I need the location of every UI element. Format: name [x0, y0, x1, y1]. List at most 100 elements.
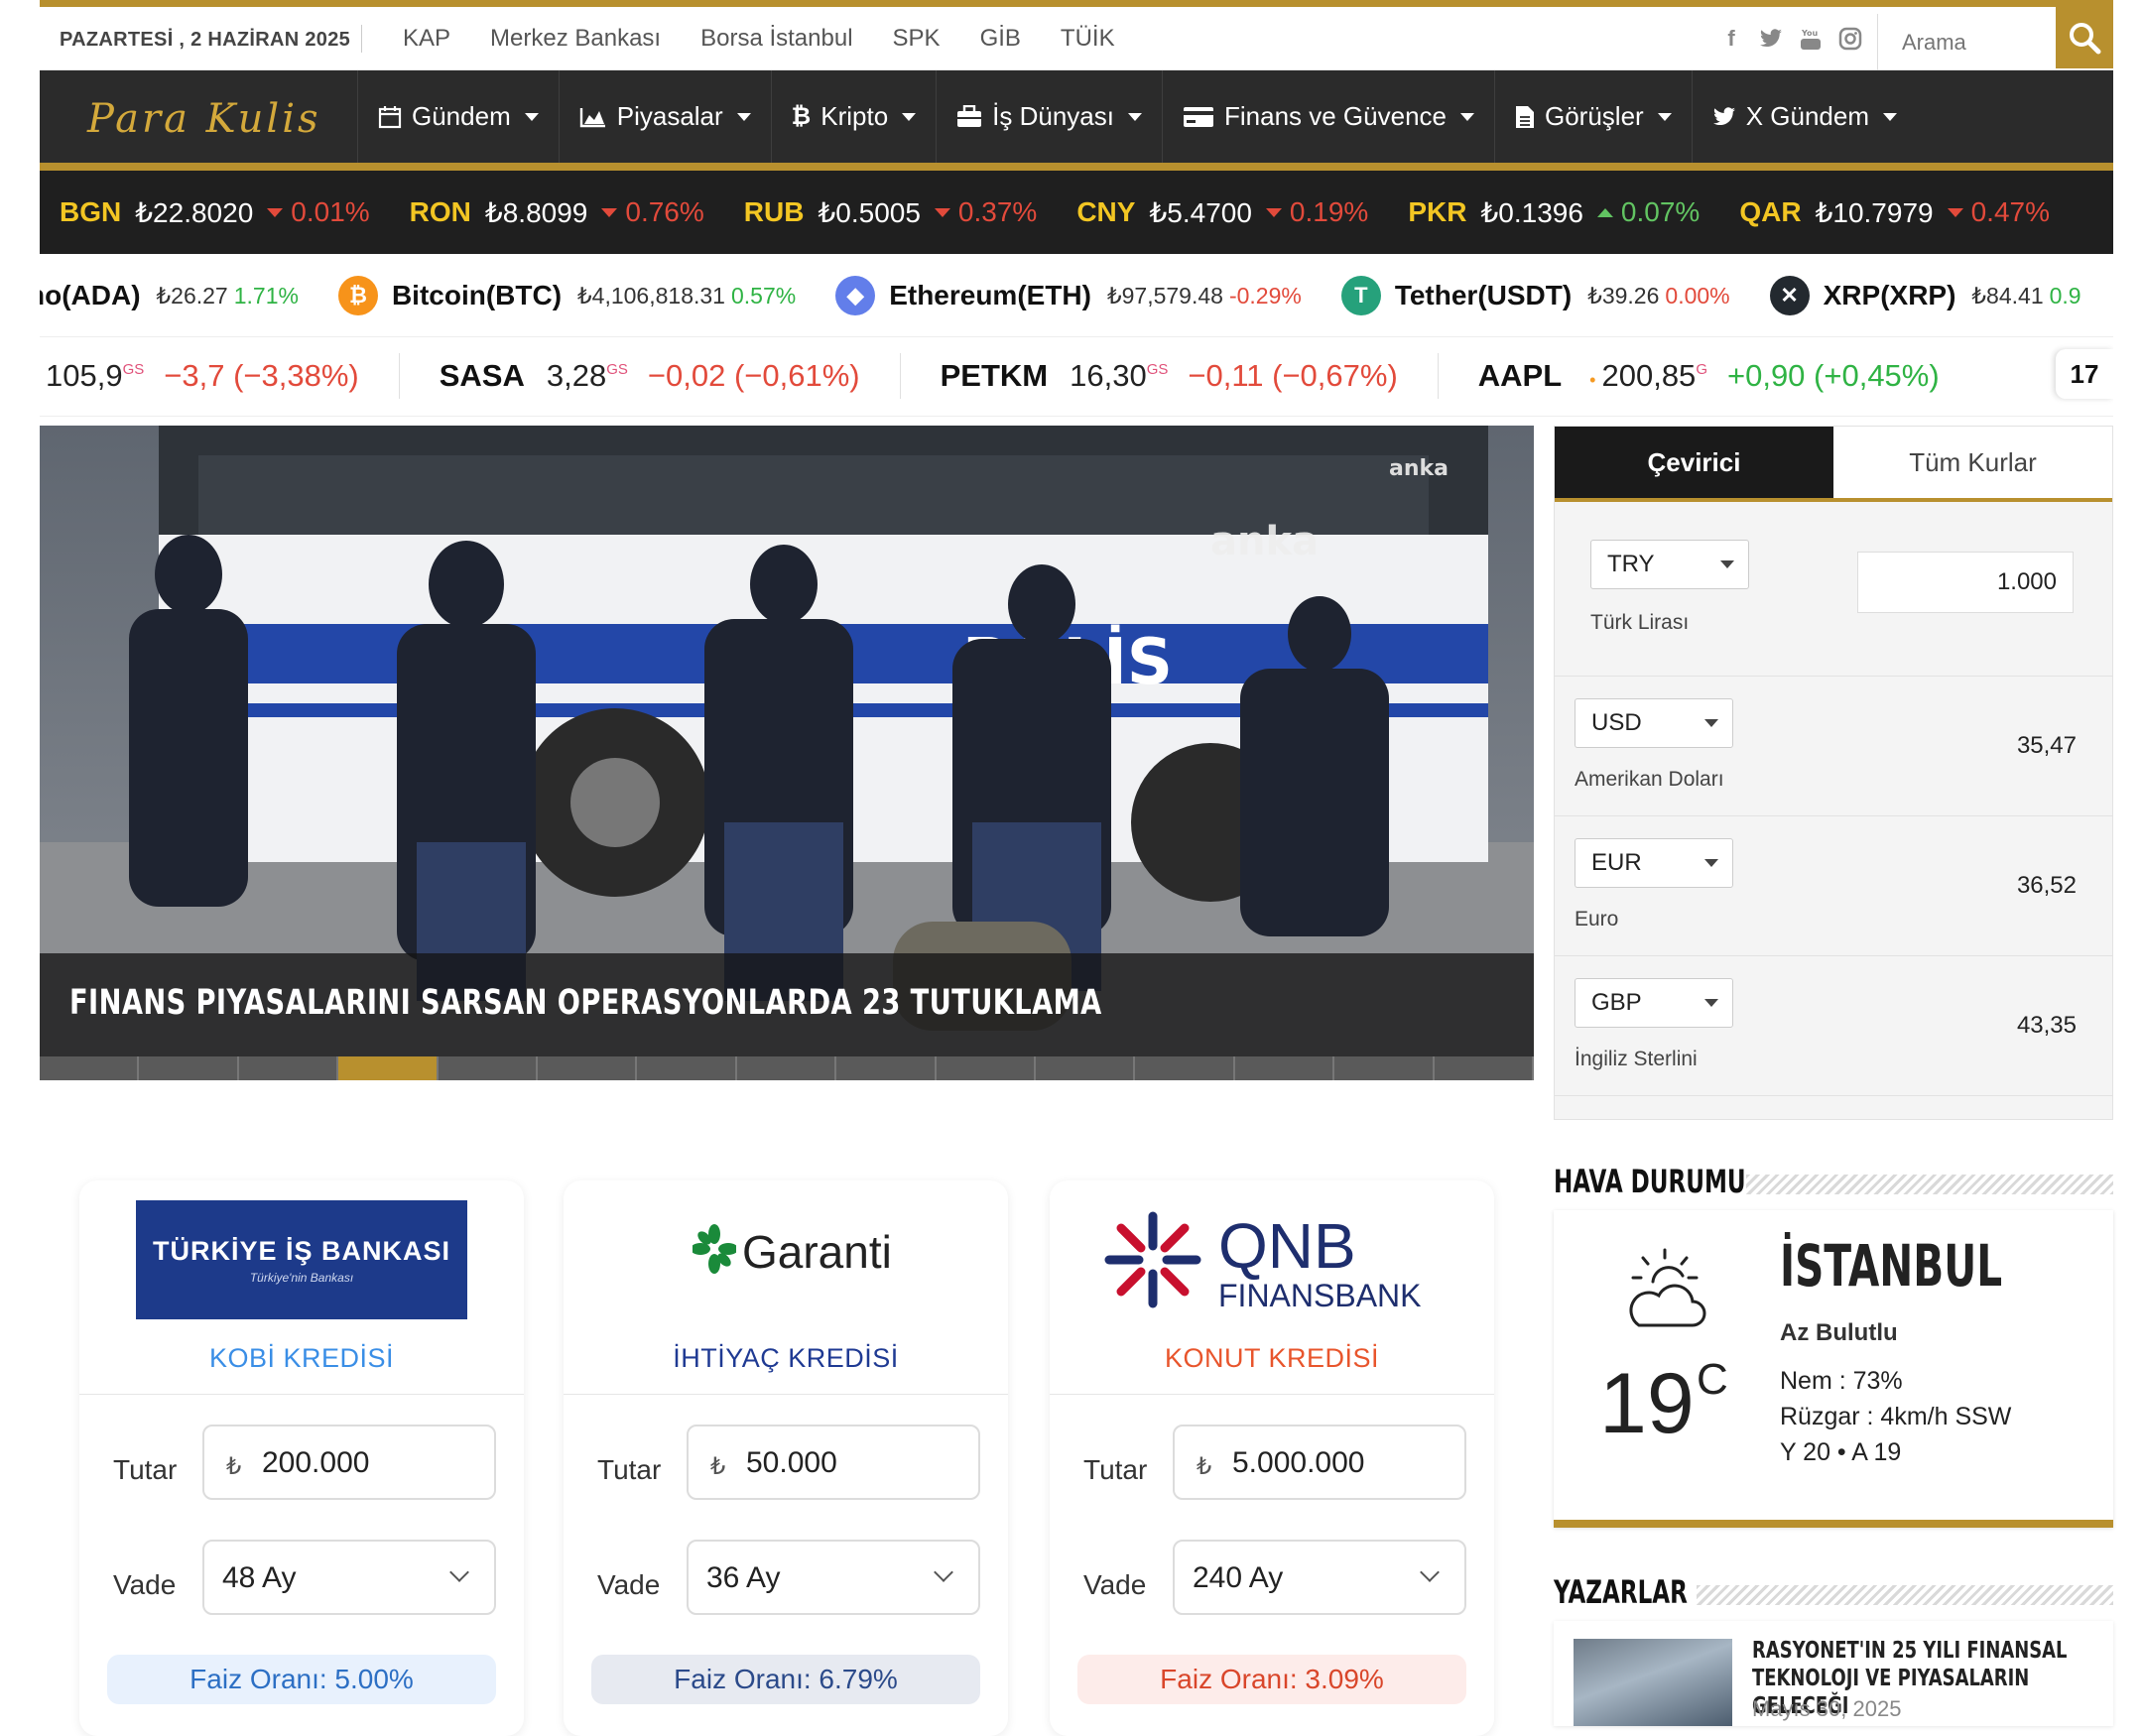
slider-dot[interactable] [438, 1056, 539, 1080]
stock-item[interactable]: AAPL • 200,85 G +0,90 (+0,45%) [1478, 353, 1979, 399]
slider-dot[interactable] [238, 1056, 339, 1080]
nav-item-is-dunyasi[interactable]: İş Dünyası [936, 70, 1162, 163]
arrow-up-icon [1596, 207, 1613, 217]
fx-item[interactable]: CNY ₺5.4700 0.19% [1076, 196, 1368, 229]
term-select[interactable]: 48 Ay [202, 1540, 496, 1615]
nav-label: X Gündem [1745, 101, 1869, 131]
site-logo[interactable]: Para Kulis [87, 96, 321, 142]
author-article[interactable]: RASYONET'IN 25 YILI FINANSAL TEKNOLOJI V… [1554, 1621, 2113, 1726]
bank-logo[interactable]: TÜRKİYE İŞ BANKASI Türkiye'nin Bankası [136, 1200, 467, 1319]
term-value: 36 Ay [706, 1561, 781, 1594]
currency-select[interactable]: EUR [1575, 838, 1733, 888]
crypto-item[interactable]: ◆ Ethereum(ETH) ₺97,579.48 -0.29% [835, 276, 1302, 315]
chevron-down-icon [1704, 999, 1718, 1007]
top-link-kap[interactable]: KAP [403, 25, 450, 53]
slider-dot[interactable] [836, 1056, 937, 1080]
chevron-down-icon [1720, 560, 1734, 568]
stock-change: −3,7 (−3,38%) [164, 358, 359, 393]
slider-dot[interactable] [538, 1056, 638, 1080]
slider-dot[interactable] [1135, 1056, 1235, 1080]
fx-item[interactable]: QAR ₺10.7979 0.47% [1739, 196, 2050, 229]
nav-label: İş Dünyası [992, 101, 1114, 131]
tab-cevirici[interactable]: Çevirici [1555, 427, 1833, 498]
hero-slider[interactable]: POLİS anka anka FINANS PIYASALARINI SARS… [40, 426, 1534, 1080]
top-link-borsa-istanbul[interactable]: Borsa İstanbul [700, 25, 852, 53]
term-select[interactable]: 240 Ay [1173, 1540, 1466, 1615]
slider-dot[interactable] [637, 1056, 737, 1080]
article-thumbnail[interactable] [1574, 1639, 1732, 1726]
fx-item[interactable]: RUB ₺0.5005 0.37% [744, 196, 1038, 229]
slider-dot[interactable] [736, 1056, 837, 1080]
term-select[interactable]: 36 Ay [687, 1540, 980, 1615]
crypto-name: no(ADA) [40, 280, 141, 310]
top-link-spk[interactable]: SPK [893, 25, 941, 53]
amount-input[interactable]: ₺ 5.000.000 [1173, 1425, 1466, 1500]
slider-dot[interactable] [1036, 1056, 1136, 1080]
fx-item[interactable]: PKR ₺0.1396 0.07% [1408, 196, 1700, 229]
slider-dot[interactable] [1334, 1056, 1435, 1080]
fx-item[interactable]: BGN ₺22.8020 0.01% [60, 196, 370, 229]
stock-item[interactable]: 105,9 GS −3,7 (−3,38%) [46, 353, 400, 399]
arrow-down-icon [601, 207, 618, 217]
nav-item-finans-ve-guvence[interactable]: Finans ve Güvence [1161, 70, 1494, 163]
nav-item-gorusler[interactable]: Görüşler [1494, 70, 1692, 163]
top-link-gib[interactable]: GİB [980, 25, 1021, 53]
fx-item[interactable]: RON ₺8.8099 0.76% [410, 196, 704, 229]
tab-tum-kurlar[interactable]: Tüm Kurlar [1833, 427, 2112, 498]
slider-dot[interactable] [338, 1056, 439, 1080]
arrow-down-icon [1265, 207, 1282, 217]
bitcoin-icon: ₿ [337, 276, 378, 315]
search-input[interactable] [1878, 14, 2047, 70]
facebook-icon[interactable]: f [1718, 25, 1744, 53]
stock-item[interactable]: PETKM 16,30 GS −0,11 (−0,67%) [941, 353, 1439, 399]
loan-card-header: QNB FINANSBANK KONUT KREDİSİ [1050, 1180, 1494, 1395]
slider-dot[interactable] [1434, 1056, 1534, 1080]
loan-type: KOBİ KREDİSİ [208, 1343, 395, 1373]
youtube-icon[interactable]: You [1798, 25, 1824, 53]
select-value: GBP [1591, 989, 1642, 1016]
instagram-icon[interactable] [1837, 25, 1863, 53]
nav-item-piyasalar[interactable]: Piyasalar [558, 70, 771, 163]
nav-item-kripto[interactable]: ₿ Kripto [770, 70, 936, 163]
loan-card-header: TÜRKİYE İŞ BANKASI Türkiye'nin Bankası KOB… [79, 1180, 524, 1395]
weather-widget: 19 C İSTANBUL Az Bulutlu Nem : 73% Rüzga… [1554, 1210, 2113, 1528]
chevron-down-icon [1460, 112, 1474, 121]
chevron-down-icon [902, 112, 917, 121]
search-button[interactable] [2056, 7, 2113, 68]
slider-dot[interactable] [1234, 1056, 1335, 1080]
term-value: 48 Ay [222, 1561, 297, 1594]
converter-base-row: TRY Türk Lirası [1555, 506, 2112, 677]
tradingview-logo[interactable]: 17 [2056, 349, 2113, 399]
crypto-name: Tether(USDT) [1394, 280, 1573, 310]
amount-input[interactable]: ₺ 50.000 [687, 1425, 980, 1500]
amount-input[interactable]: ₺ 200.000 [202, 1425, 496, 1500]
crypto-item[interactable]: ₿ Bitcoin(BTC) ₺4,106,818.31 0.57% [337, 276, 797, 315]
nav-item-gundem[interactable]: Gündem [357, 70, 559, 163]
authors-heading: YAZARLAR [1554, 1573, 2113, 1611]
bank-logo[interactable]: Garanti [691, 1224, 892, 1279]
top-link-tuik[interactable]: TÜİK [1061, 25, 1115, 53]
stock-item[interactable]: SASA 3,28 GS −0,02 (−0,61%) [440, 353, 901, 399]
currency-select[interactable]: GBP [1575, 978, 1733, 1028]
crypto-item[interactable]: ✕ XRP(XRP) ₺84.41 0.9 [1769, 276, 2081, 315]
top-link-merkez-bankasi[interactable]: Merkez Bankası [490, 25, 661, 53]
twitter-icon[interactable] [1758, 25, 1784, 53]
bank-logo[interactable]: QNB FINANSBANK [1103, 1210, 1421, 1314]
fx-change: 0.76% [625, 196, 704, 227]
crypto-item[interactable]: no(ADA) ₺26.271.71% [40, 280, 299, 311]
crypto-item[interactable]: T Tether(USDT) ₺39.26 0.00% [1340, 276, 1730, 315]
slider-dot[interactable] [936, 1056, 1037, 1080]
hero-title[interactable]: FINANS PIYASALARINI SARSAN OPERASYONLARD… [69, 983, 1102, 1023]
divider [1697, 1585, 2113, 1605]
slider-dot[interactable] [40, 1056, 140, 1080]
social-links: f You [1718, 25, 1863, 53]
stock-symbol: PETKM [940, 358, 1049, 393]
currency-select[interactable]: USD [1575, 698, 1733, 748]
slider-dot[interactable] [139, 1056, 239, 1080]
base-currency-select[interactable]: TRY [1590, 540, 1749, 589]
nav-item-x-gundem[interactable]: X Gündem [1691, 70, 1917, 163]
crypto-change: 0.57% [730, 282, 797, 309]
amount-input[interactable] [1857, 552, 2074, 613]
term-value: 240 Ay [1193, 1561, 1284, 1594]
arrow-down-icon [1947, 207, 1963, 217]
